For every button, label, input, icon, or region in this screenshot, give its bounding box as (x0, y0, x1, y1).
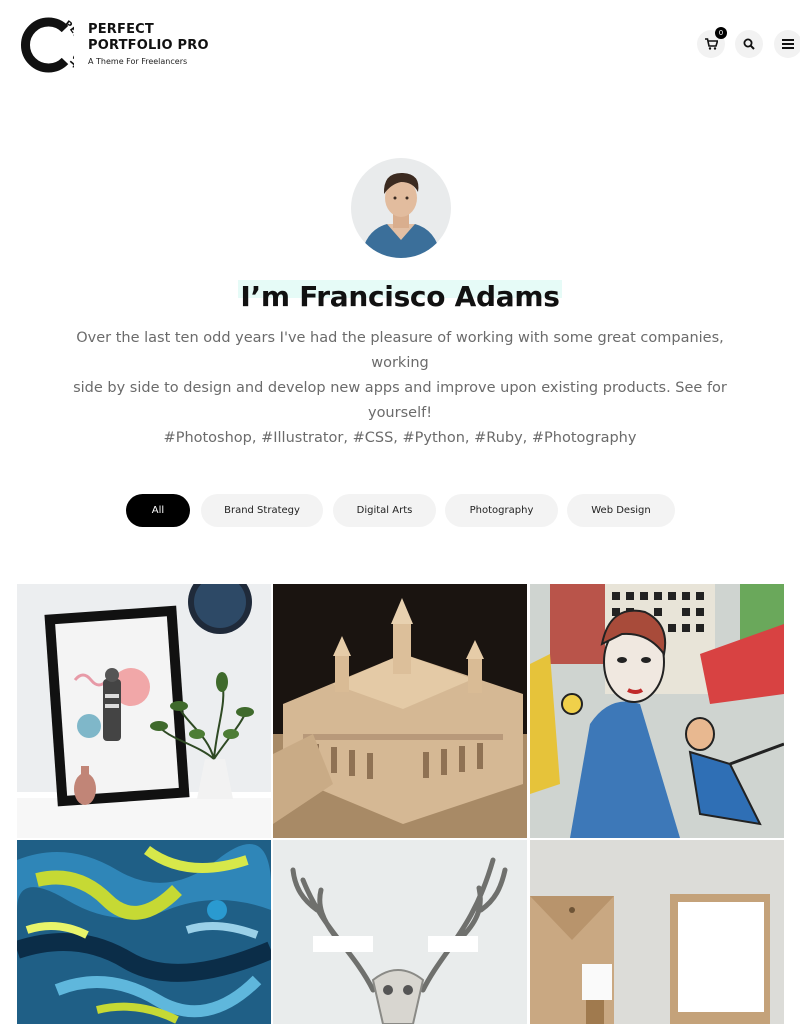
search-button[interactable] (735, 30, 763, 58)
filter-all[interactable]: All (126, 494, 190, 527)
intro-line-3: #Photoshop, #Illustrator, #CSS, #Python,… (163, 430, 637, 446)
menu-icon (782, 39, 794, 49)
profile-avatar (351, 158, 451, 258)
portfolio-item-deer-skull[interactable] (273, 840, 527, 1024)
intro-line-1: Over the last ten odd years I've had the… (76, 330, 724, 371)
filter-brand-strategy[interactable]: Brand Strategy (201, 494, 323, 527)
cart-icon (704, 38, 718, 50)
portfolio-item-street-mural[interactable] (530, 584, 784, 838)
site-header: PERFECT PERFECT PORTFOLIO PRO A Theme Fo… (0, 0, 800, 90)
hero-heading-text: I’m Francisco Adams (238, 280, 562, 313)
portfolio-item-abstract-paint[interactable] (17, 840, 271, 1024)
search-icon (743, 38, 755, 50)
filter-digital-arts[interactable]: Digital Arts (333, 494, 436, 527)
brand[interactable]: PERFECT PORTFOLIO PRO A Theme For Freela… (88, 22, 228, 66)
portfolio-item-framed-art[interactable] (17, 584, 271, 838)
menu-button[interactable] (774, 30, 800, 58)
site-tagline: A Theme For Freelancers (88, 57, 188, 66)
cart-count-badge: 0 (715, 27, 727, 39)
portfolio-item-architectural-model[interactable] (273, 584, 527, 838)
portfolio-filters: All Brand Strategy Digital Arts Photogra… (0, 494, 800, 527)
filter-photography[interactable]: Photography (445, 494, 558, 527)
cart-button[interactable]: 0 (697, 27, 727, 58)
hero-intro: Over the last ten odd years I've had the… (50, 326, 750, 451)
hero-heading: I’m Francisco Adams (0, 276, 800, 314)
intro-line-2: side by side to design and develop new a… (73, 380, 727, 421)
portfolio-item-stationery[interactable] (530, 840, 784, 1024)
logo-icon[interactable]: PERFECT (18, 17, 74, 73)
filter-web-design[interactable]: Web Design (567, 494, 675, 527)
site-title[interactable]: PERFECT PORTFOLIO PRO (88, 22, 228, 54)
